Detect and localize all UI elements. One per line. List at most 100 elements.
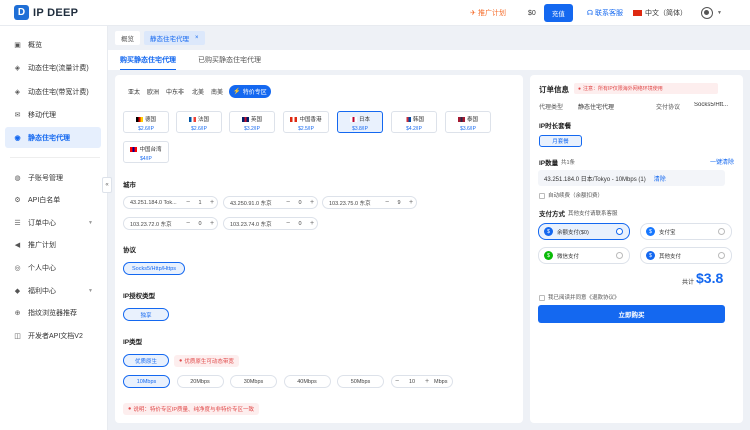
city-quantity[interactable]: 0	[293, 221, 307, 227]
chevron-down-icon[interactable]: ▼	[717, 10, 722, 16]
sidebar-item-gift[interactable]: ◆ 福利中心 ▼	[5, 280, 101, 301]
city-quantity[interactable]: 1	[193, 200, 207, 206]
sidebar-item-fingerprint[interactable]: ⊕ 指纹浏览器推荐	[5, 302, 101, 323]
avatar[interactable]	[701, 7, 714, 19]
pay-method-option[interactable]: $ 微信支付	[538, 247, 630, 264]
buy-now-button[interactable]: 立即购买	[538, 305, 725, 323]
country-name-row: 中国香港	[284, 115, 328, 123]
pay-method-option[interactable]: $ 支付宝	[640, 223, 732, 240]
clear-all-link[interactable]: 一键清除	[710, 157, 734, 166]
protocol-type-value: Socks5/Htt...	[694, 102, 729, 108]
city-stepper[interactable]: 43.250.91.0 东京 −0 +	[223, 196, 318, 209]
logo[interactable]: D IP DEEP	[14, 5, 108, 20]
auto-renew-checkbox[interactable]: 自动续费（余额扣费）	[539, 191, 603, 199]
plus-icon[interactable]: +	[406, 199, 416, 206]
minus-icon[interactable]: −	[283, 199, 293, 206]
sidebar-item-static-residential[interactable]: ◉ 静态住宅代理	[5, 127, 101, 148]
agree-checkbox[interactable]: 我已阅读并同意《退款协议》	[539, 293, 620, 301]
plus-icon[interactable]: +	[422, 378, 432, 385]
bandwidth-option[interactable]: 20Mbps	[176, 375, 224, 388]
country-option[interactable]: 英国 $3.2/IP	[229, 111, 275, 133]
collapse-sidebar-button[interactable]: «	[102, 177, 112, 193]
clear-ip-link[interactable]: 清除	[654, 174, 666, 183]
pay-method-option[interactable]: $ 余额支付($0)	[538, 223, 630, 240]
customer-service-link[interactable]: ☊ 联系客服	[587, 8, 623, 18]
radio-icon[interactable]	[616, 252, 623, 259]
country-option[interactable]: 德国 $2.6/IP	[123, 111, 169, 133]
plus-icon[interactable]: +	[307, 220, 317, 227]
sidebar-item-user[interactable]: ◎ 个人中心	[5, 257, 101, 278]
tab-purchased-static[interactable]: 已购买静态住宅代理	[198, 50, 261, 70]
region-tab-asia[interactable]: 亚太	[128, 87, 140, 96]
fingerprint-icon: ⊕	[14, 309, 21, 317]
dynamic-residential-icon: ◈	[14, 64, 21, 72]
city-stepper[interactable]: 103.23.75.0 东京 −9 +	[322, 196, 417, 209]
region-tab-south-america[interactable]: 南美	[211, 87, 223, 96]
radio-icon[interactable]	[718, 228, 725, 235]
country-name-row: 德国	[124, 115, 168, 123]
radio-icon[interactable]	[718, 252, 725, 259]
plus-icon[interactable]: +	[207, 199, 217, 206]
promo-link[interactable]: ✈ 推广计划	[470, 8, 506, 18]
sidebar-item-dynamic-residential[interactable]: ◈ 动态住宅(流量计费)	[5, 57, 101, 78]
sidebar-item-dynamic-bandwidth[interactable]: ◈ 动态住宅(带宽计费)	[5, 81, 101, 102]
country-option[interactable]: 韩国 $4.2/IP	[391, 111, 437, 133]
country-option[interactable]: 法国 $2.6/IP	[176, 111, 222, 133]
sidebar-item-api-whitelist[interactable]: ⚙ API白名单	[5, 189, 101, 210]
close-icon[interactable]: ×	[195, 35, 199, 41]
checkbox-icon[interactable]	[539, 192, 545, 199]
checkbox-icon[interactable]	[539, 294, 545, 301]
city-name: 43.251.184.0 Tok...	[130, 199, 177, 206]
bandwidth-option[interactable]: 50Mbps	[337, 375, 384, 388]
city-stepper[interactable]: 43.251.184.0 Tok... −1 +	[123, 196, 218, 209]
minus-icon[interactable]: −	[382, 199, 392, 206]
language-selector[interactable]: 中文（简体）	[633, 8, 687, 18]
bandwidth-option[interactable]: 10Mbps	[123, 375, 170, 388]
pay-method-option[interactable]: $ 其他支付	[640, 247, 732, 264]
custom-bandwidth-stepper[interactable]: − 10 + Mbps	[391, 375, 453, 388]
pay-contact-text[interactable]: 其他支付请联系客服	[568, 209, 618, 217]
sidebar-item-sub-account[interactable]: ◍ 子账号管理	[5, 167, 101, 188]
plus-icon[interactable]: +	[207, 220, 217, 227]
region-tab-mea[interactable]: 中东非	[166, 87, 184, 96]
bandwidth-value[interactable]: 10	[402, 379, 422, 385]
sidebar-item-order[interactable]: ☰ 订单中心 ▼	[5, 212, 101, 233]
plus-icon[interactable]: +	[307, 199, 317, 206]
city-quantity[interactable]: 9	[392, 200, 406, 206]
card-icon: $	[646, 251, 655, 260]
sidebar-item-api-doc[interactable]: ◫ 开发者API文档V2	[5, 325, 101, 346]
city-quantity[interactable]: 0	[293, 200, 307, 206]
radio-icon[interactable]	[616, 228, 623, 235]
minus-icon[interactable]: −	[183, 220, 193, 227]
country-option[interactable]: 日本 $3.8/IP	[337, 111, 383, 133]
sidebar-item-overview[interactable]: ▣ 概览	[5, 34, 101, 55]
footnote: ● 说明：特价专区IP质量、纯净度与非特价专区一致	[123, 403, 260, 415]
duration-option[interactable]: 月套餐	[539, 135, 582, 147]
country-option[interactable]: 泰国 $3.6/IP	[445, 111, 491, 133]
tab-static-residential[interactable]: 静态住宅代理 ×	[144, 31, 205, 45]
minus-icon[interactable]: −	[392, 378, 402, 385]
tab-overview[interactable]: 概览	[115, 31, 140, 45]
bandwidth-option[interactable]: 40Mbps	[283, 375, 331, 388]
minus-icon[interactable]: −	[183, 199, 193, 206]
top-header: D IP DEEP ✈ 推广计划 $0 充值 ☊ 联系客服 中文（简体） ▼	[0, 0, 750, 26]
country-option[interactable]: 中国香港 $2.5/IP	[283, 111, 329, 133]
region-tab-north-america[interactable]: 北美	[192, 87, 204, 96]
minus-icon[interactable]: −	[283, 220, 293, 227]
city-stepper[interactable]: 103.23.72.0 东京 −0 +	[123, 217, 218, 230]
sidebar-item-mobile-proxy[interactable]: ✉ 移动代理	[5, 104, 101, 125]
country-price: $4.2/IP	[406, 126, 422, 132]
city-stepper[interactable]: 103.23.74.0 东京 −0 +	[223, 217, 318, 230]
recharge-button[interactable]: 充值	[543, 4, 573, 22]
city-quantity[interactable]: 0	[193, 221, 207, 227]
sidebar-item-promo[interactable]: ◀ 推广计划	[5, 234, 101, 255]
bandwidth-option[interactable]: 30Mbps	[230, 375, 277, 388]
country-option[interactable]: 中国台湾 $4/IP	[123, 141, 169, 163]
tab-buy-static[interactable]: 购买静态住宅代理	[120, 50, 176, 70]
ip-type-option[interactable]: 优质原生	[123, 354, 169, 367]
region-tab-europe[interactable]: 欧洲	[147, 87, 159, 96]
megaphone-icon: ✈	[470, 10, 477, 17]
auth-type-option[interactable]: 独享	[123, 308, 169, 321]
protocol-option[interactable]: Socks5/Http/Https	[123, 262, 185, 275]
region-tab-special[interactable]: ⚡ 特价专区	[229, 85, 271, 98]
